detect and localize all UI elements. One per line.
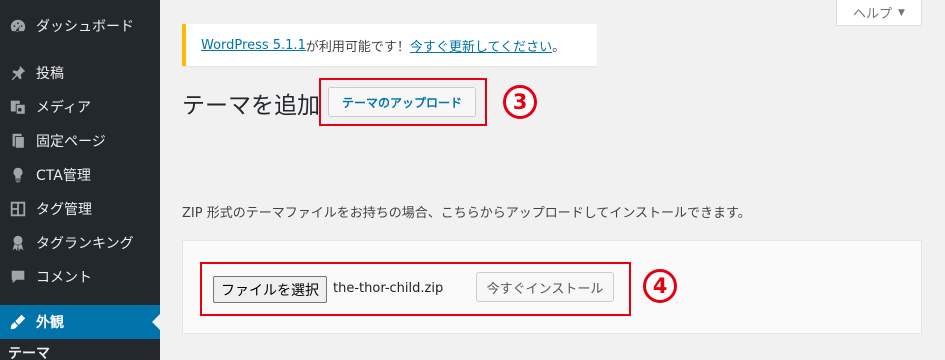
page-icon [8, 131, 28, 151]
comment-icon [8, 267, 28, 287]
caret-down-icon: ▼ [898, 7, 905, 18]
layout-icon [8, 199, 28, 219]
annotation-box-4 [200, 262, 631, 316]
sidebar-item-label: テーマ [8, 346, 50, 360]
sidebar-item-posts[interactable]: 投稿 [0, 56, 160, 90]
sidebar-item-label: CTA管理 [36, 168, 91, 184]
annotation-number-4: 4 [643, 269, 677, 303]
sidebar-submenu-themes[interactable]: テーマ [0, 339, 160, 360]
lightbulb-icon [8, 165, 28, 185]
sidebar-item-comments[interactable]: コメント [0, 260, 160, 294]
annotation-number-3: 3 [503, 85, 537, 119]
sidebar-item-label: 固定ページ [36, 134, 106, 150]
update-now-link[interactable]: 今すぐ更新してください [410, 36, 552, 55]
help-label: ヘルプ [853, 7, 893, 22]
notice-end: 。 [552, 39, 566, 55]
upload-help-text: ZIP 形式のテーマファイルをお持ちの場合、こちらからアップロードしてインストー… [182, 206, 751, 221]
sidebar-item-pages[interactable]: 固定ページ [0, 124, 160, 158]
pin-icon [8, 63, 28, 83]
sidebar-item-label: タグ管理 [36, 202, 92, 218]
sidebar-item-media[interactable]: メディア [0, 90, 160, 124]
admin-sidebar: ダッシュボード 投稿 メディア 固定ページ CTA管理 タグ管理 タグランキング… [0, 0, 160, 360]
dashboard-icon [8, 16, 28, 36]
sidebar-item-appearance[interactable]: 外観 [0, 305, 160, 339]
wordpress-version-link[interactable]: WordPress 5.1.1 [201, 38, 306, 53]
sidebar-item-label: メディア [36, 100, 92, 116]
sidebar-item-cta[interactable]: CTA管理 [0, 158, 160, 192]
appearance-icon [8, 312, 28, 332]
sidebar-item-tags[interactable]: タグ管理 [0, 192, 160, 226]
award-icon [8, 233, 28, 253]
notice-text: が利用可能です！ [305, 39, 410, 55]
sidebar-item-label: タグランキング [36, 236, 134, 252]
annotation-box-3 [319, 78, 487, 126]
sidebar-item-label: 投稿 [36, 66, 64, 82]
sidebar-item-label: ダッシュボード [36, 19, 134, 35]
update-notice: WordPress 5.1.1 が利用可能です！ 今すぐ更新してください 。 [182, 24, 597, 66]
page-title: テーマを追加 [182, 93, 320, 119]
help-tab[interactable]: ヘルプ ▼ [836, 0, 922, 26]
media-icon [8, 97, 28, 117]
sidebar-item-label: コメント [36, 270, 92, 286]
active-indicator [152, 314, 160, 330]
sidebar-item-dashboard[interactable]: ダッシュボード [0, 9, 160, 43]
sidebar-item-tag-ranking[interactable]: タグランキング [0, 226, 160, 260]
sidebar-item-label: 外観 [36, 315, 64, 331]
